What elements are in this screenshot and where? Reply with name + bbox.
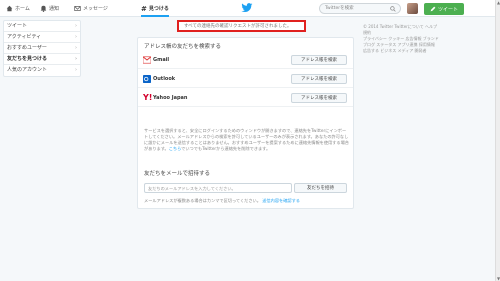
gmail-icon (143, 56, 151, 64)
sidebar-item-label: おすすめユーザー (7, 45, 47, 51)
provider-name: Yahoo Japan (153, 95, 188, 101)
vertical-scrollbar[interactable]: ▲ ▼ (495, 0, 500, 281)
sidebar: ツイート › アクティビティ › おすすめユーザー › 友だちを見つける › 人気のアカ… (3, 20, 81, 77)
provider-row-yahoo: Y! Yahoo Japan アドレス帳を検索 (138, 90, 353, 107)
provider-row-outlook: Outlook アドレス帳を検索 (138, 71, 353, 88)
nav-home[interactable]: ホーム (6, 0, 30, 17)
avatar[interactable] (407, 3, 418, 14)
scroll-up-arrow-icon[interactable]: ▲ (496, 0, 500, 5)
footer-line[interactable]: 広告する ビジネス メディア 開発者 (363, 48, 441, 54)
notice-tail: でいつでもTwitterから連絡先を削除できます。 (181, 146, 271, 151)
tweet-button[interactable]: ツイート (424, 3, 464, 15)
scroll-down-arrow-icon[interactable]: ▼ (496, 276, 500, 281)
sidebar-item-label: 人気のアカウント (7, 67, 48, 73)
twitter-bird-icon[interactable] (241, 3, 253, 13)
invite-button[interactable]: 友だちを招待 (294, 183, 347, 193)
sidebar-item-label: ツイート (7, 23, 28, 29)
invite-section-title: 友だちをメールで招待する (144, 171, 211, 177)
confirmation-alert: すべての連絡先の確認リクエストが許可されました。 (177, 20, 306, 32)
chevron-right-icon: › (74, 56, 77, 62)
bell-icon (40, 5, 47, 12)
compose-icon (430, 6, 436, 12)
nav-notifications-label: 通知 (49, 6, 60, 12)
chevron-right-icon: › (75, 23, 77, 29)
import-notice: サービスを選択すると、安全にログインするためのウィンドウが開きますので、連絡先を… (144, 128, 349, 152)
home-icon (6, 5, 13, 12)
chevron-right-icon: › (75, 67, 77, 73)
sidebar-item-find-friends[interactable]: 友だちを見つける › (4, 54, 80, 65)
search-placeholder: Twitterを検索 (325, 6, 354, 11)
invite-note: メールアドレスが複数ある場合はカンマで区切ってください。 送信内容を確認する (144, 198, 300, 204)
nav-notifications[interactable]: 通知 (40, 0, 59, 17)
provider-row-gmail: Gmail アドレス帳を検索 (138, 52, 353, 69)
top-navigation-bar: ホーム 通知 メッセージ # 見つける Twitterを検索 ツイート (0, 0, 500, 17)
sidebar-item-activity[interactable]: アクティビティ › (4, 32, 80, 43)
outlook-icon (143, 75, 151, 83)
nav-home-label: ホーム (15, 6, 30, 12)
nav-discover-label: 見つける (148, 6, 169, 12)
nav-messages-label: メッセージ (83, 6, 108, 12)
preview-link[interactable]: 送信内容を確認する (262, 198, 300, 203)
footer-line[interactable]: © 2014 Twitter Twitterについて ヘルプ 規約 (363, 24, 441, 36)
chevron-right-icon: › (75, 34, 77, 40)
invite-note-text: メールアドレスが複数ある場合はカンマで区切ってください。 (144, 198, 261, 203)
search-outlook-button[interactable]: アドレス帳を検索 (291, 74, 347, 84)
sidebar-item-label: アクティビティ (7, 34, 42, 40)
search-icon[interactable] (390, 6, 396, 12)
yahoo-icon: Y! (143, 93, 153, 102)
mail-icon (74, 6, 81, 11)
find-friends-panel: アドレス帳の友だちを検索する Gmail アドレス帳を検索 Outlook アド… (137, 37, 354, 209)
alert-text: すべての連絡先の確認リクエストが許可されました。 (184, 24, 292, 29)
invite-email-input[interactable]: 友だちのメールアドレスを入力してください。 (144, 183, 292, 193)
search-gmail-button[interactable]: アドレス帳を検索 (291, 55, 347, 65)
sidebar-item-label: 友だちを見つける (7, 56, 48, 62)
hashtag-icon: # (141, 4, 147, 13)
chevron-right-icon: › (75, 45, 77, 51)
nav-discover[interactable]: # 見つける (141, 0, 169, 17)
sidebar-item-popular-accounts[interactable]: 人気のアカウント › (4, 65, 80, 76)
search-input[interactable]: Twitterを検索 (319, 3, 401, 14)
tweet-button-label: ツイート (437, 6, 458, 13)
footer-links: © 2014 Twitter Twitterについて ヘルプ 規約 プライバシー… (363, 24, 441, 54)
provider-name: Outlook (153, 76, 176, 82)
provider-name: Gmail (153, 57, 170, 63)
search-yahoo-button[interactable]: アドレス帳を検索 (291, 93, 347, 103)
sidebar-item-tweets[interactable]: ツイート › (4, 21, 80, 32)
nav-messages[interactable]: メッセージ (74, 0, 108, 17)
sidebar-item-recommended-users[interactable]: おすすめユーザー › (4, 43, 80, 54)
notice-link[interactable]: こちら (169, 146, 181, 151)
